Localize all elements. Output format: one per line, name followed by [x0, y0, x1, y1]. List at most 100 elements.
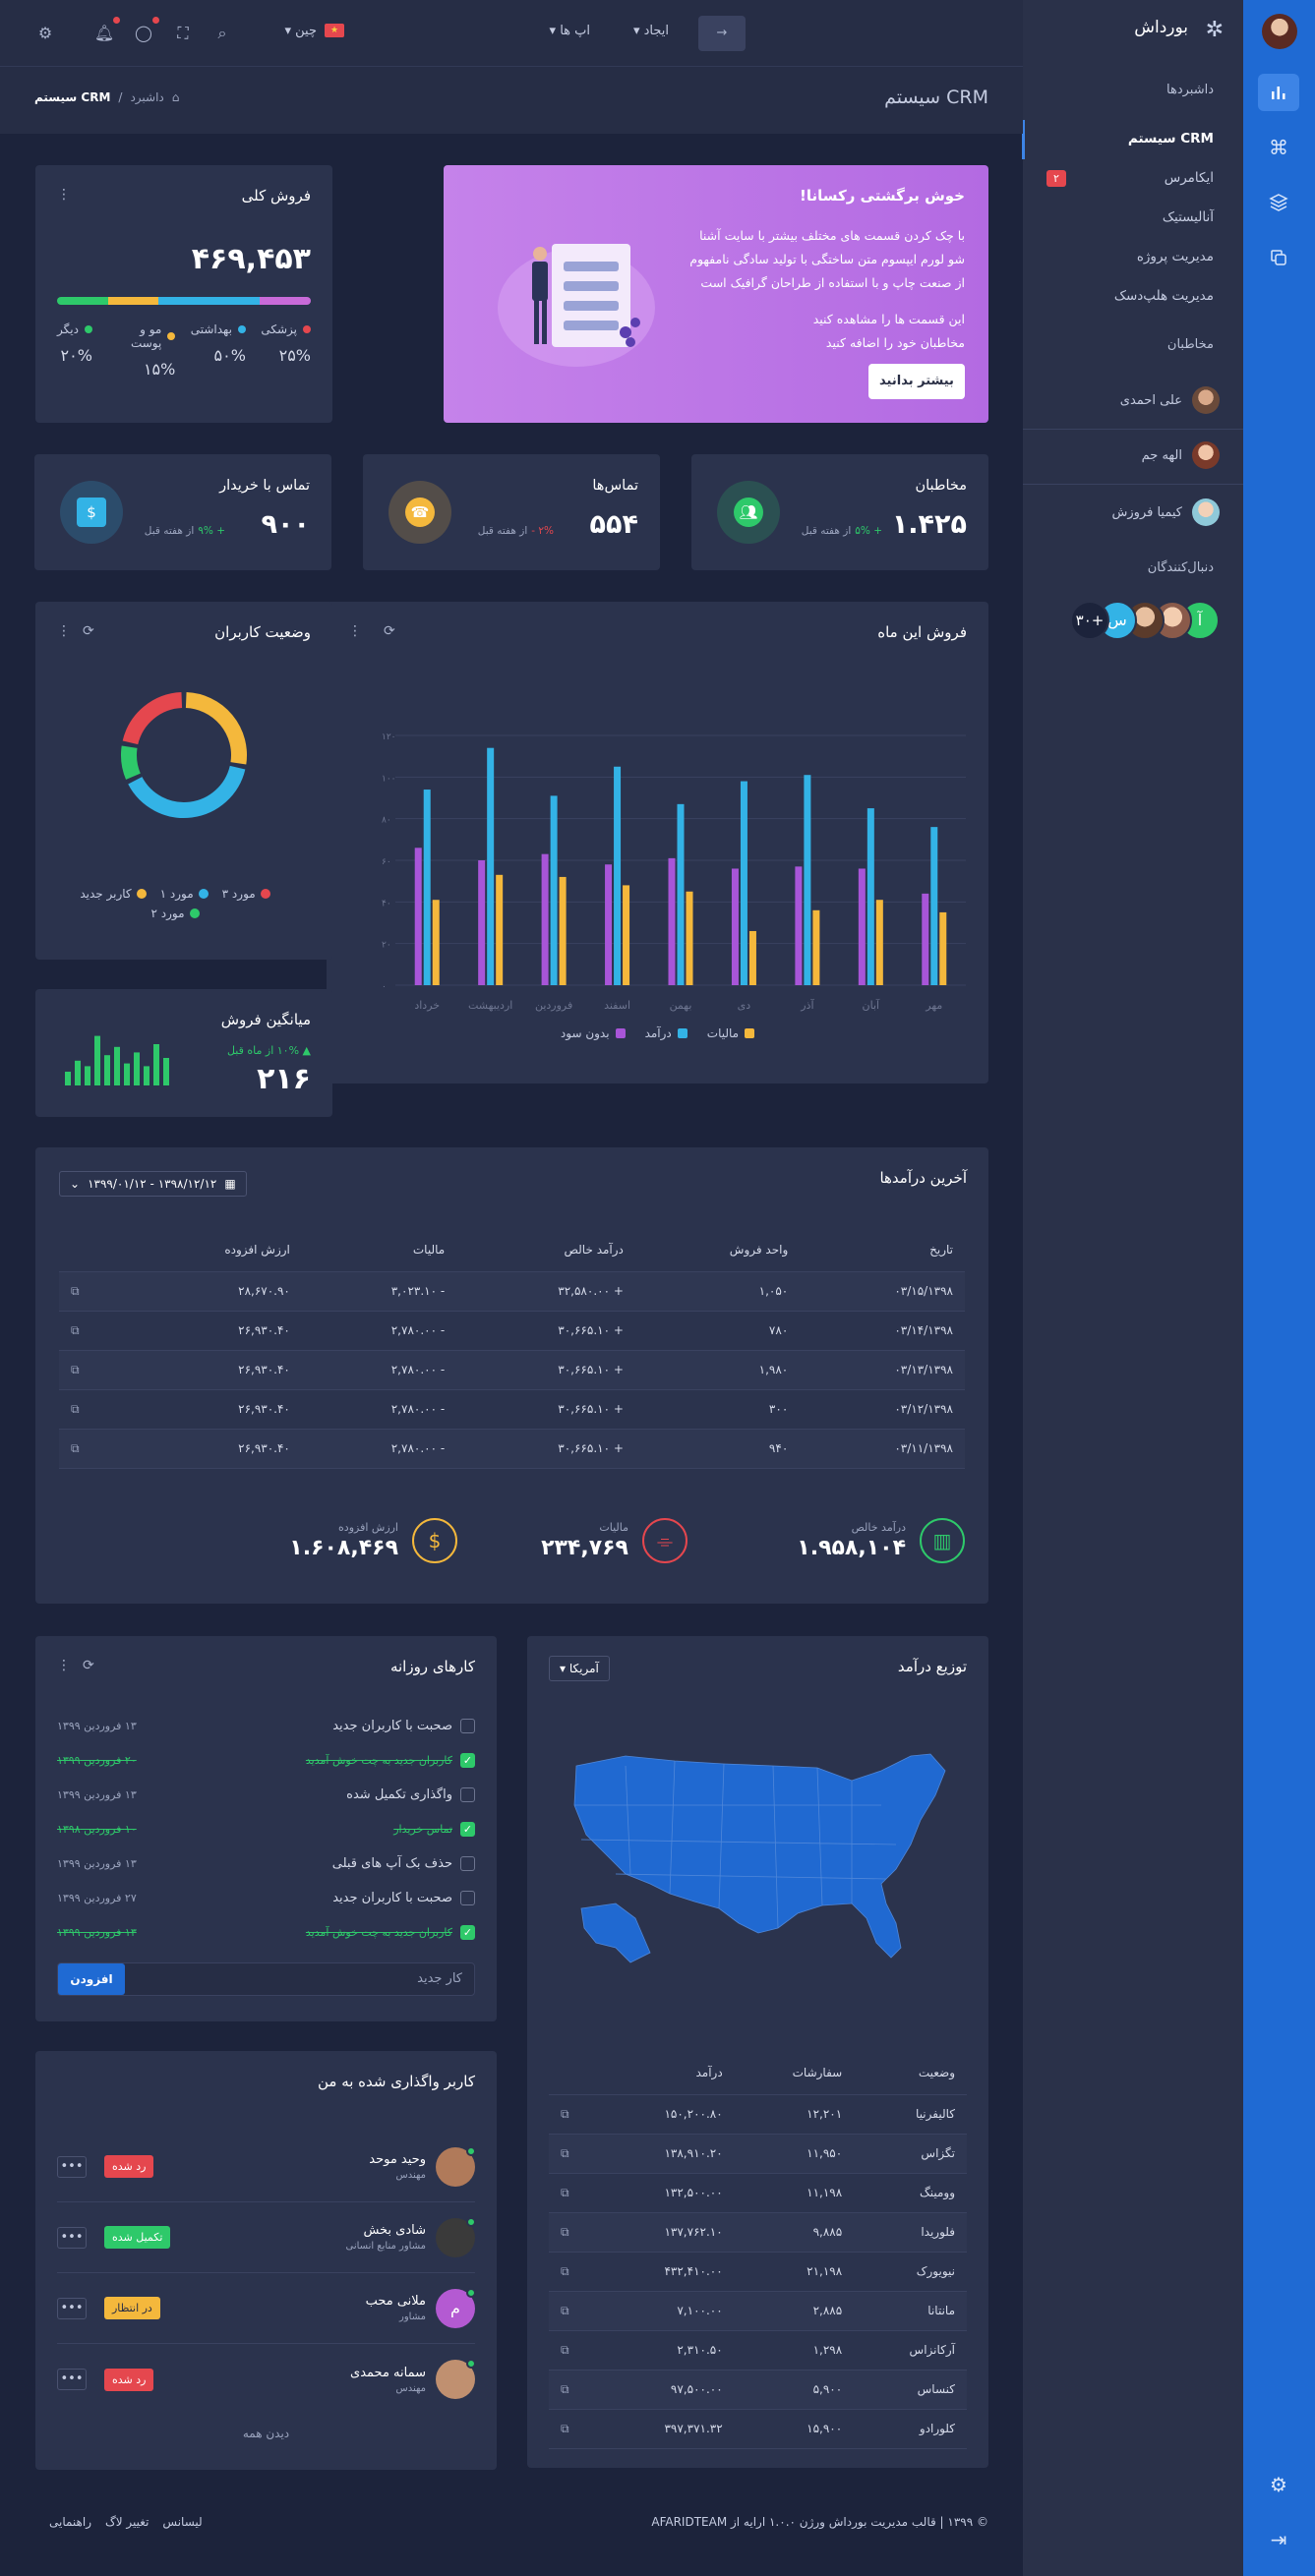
external-link-icon[interactable]: ⧉ — [549, 2252, 602, 2292]
external-link-icon[interactable]: ⧉ — [549, 2291, 602, 2331]
user-avatar[interactable] — [1262, 14, 1297, 49]
bar[interactable] — [930, 827, 938, 985]
copy-icon[interactable] — [1258, 239, 1299, 276]
external-link-icon[interactable]: ⧉ — [549, 2370, 602, 2410]
more-button[interactable]: ••• — [57, 2155, 87, 2178]
donut-slice[interactable] — [121, 745, 141, 780]
bar[interactable] — [740, 781, 747, 985]
task-checkbox[interactable]: ✓ — [460, 1822, 475, 1837]
bar[interactable] — [496, 874, 504, 985]
gear-icon[interactable]: ⚙ — [33, 22, 57, 45]
bar[interactable] — [677, 803, 685, 985]
sidebar-item-project[interactable]: مدیریت پروژه — [1137, 249, 1214, 264]
search-icon[interactable]: ⌕ — [210, 22, 234, 45]
bar[interactable] — [623, 885, 630, 985]
task-checkbox[interactable]: ✓ — [460, 1753, 475, 1768]
bar[interactable] — [875, 900, 883, 985]
bar[interactable] — [804, 775, 811, 985]
learn-more-button[interactable]: بیشتر بدانید — [868, 364, 965, 399]
bar[interactable] — [858, 868, 866, 985]
legend-item[interactable]: بدون سود — [561, 1026, 626, 1040]
chat-icon[interactable]: ◯ — [132, 22, 155, 45]
external-link-icon[interactable]: ⧉ — [549, 2173, 602, 2213]
more-button[interactable]: ••• — [57, 2226, 87, 2249]
country-select[interactable]: آمریکا ▾ — [549, 1656, 610, 1681]
arrow-button[interactable]: → — [698, 16, 746, 51]
sidebar-item-ecommerce[interactable]: ایکامرس — [1165, 170, 1214, 186]
task-checkbox[interactable] — [460, 1719, 475, 1733]
followers-more[interactable]: +۳۰ — [1070, 601, 1109, 640]
footer-link-license[interactable]: لیسانس — [162, 2515, 202, 2529]
bar[interactable] — [487, 747, 495, 985]
task-checkbox[interactable] — [460, 1787, 475, 1802]
fullscreen-icon[interactable]: ⛶ — [171, 22, 195, 45]
refresh-icon[interactable]: ⟳ — [83, 1658, 94, 1673]
footer-link-changelog[interactable]: تغییر لاگ — [105, 2515, 149, 2529]
refresh-icon[interactable]: ⟳ — [83, 623, 94, 639]
bar[interactable] — [686, 891, 693, 985]
chart-icon[interactable] — [1258, 74, 1299, 111]
apps-menu[interactable]: اپ ها ▾ — [550, 24, 590, 38]
home-icon[interactable]: ⌂ — [172, 90, 180, 104]
task-checkbox[interactable] — [460, 1891, 475, 1905]
breadcrumb-home[interactable]: داشبرد — [130, 90, 163, 104]
bar[interactable] — [731, 868, 739, 985]
view-all-link[interactable]: دیدن همه — [35, 2427, 497, 2440]
sidebar-item-crm[interactable]: CRM سیستم — [1128, 131, 1214, 146]
layers-icon[interactable] — [1258, 184, 1299, 221]
bar[interactable] — [414, 848, 422, 985]
bar[interactable] — [605, 864, 613, 985]
external-link-icon[interactable]: ⧉ — [59, 1350, 124, 1390]
bar[interactable] — [550, 795, 558, 985]
flag-icon[interactable]: ★ — [325, 24, 344, 37]
bar[interactable] — [614, 766, 622, 985]
sidebar-item-helpdesk[interactable]: مدیریت هلپ‌دسک — [1114, 288, 1214, 304]
task-checkbox[interactable]: ✓ — [460, 1925, 475, 1940]
donut-slice[interactable] — [122, 692, 183, 745]
external-link-icon[interactable]: ⧉ — [59, 1389, 124, 1430]
external-link-icon[interactable]: ⧉ — [549, 2212, 602, 2253]
external-link-icon[interactable]: ⧉ — [59, 1271, 124, 1312]
bar[interactable] — [541, 853, 549, 985]
external-link-icon[interactable]: ⧉ — [549, 2094, 602, 2135]
external-link-icon[interactable]: ⧉ — [549, 2330, 602, 2371]
create-menu[interactable]: ایجاد ▾ — [633, 24, 669, 38]
bar[interactable] — [939, 911, 947, 985]
bar[interactable] — [559, 876, 567, 985]
legend-item[interactable]: مالیات — [707, 1026, 755, 1040]
donut-slice[interactable] — [128, 765, 246, 818]
task-checkbox[interactable] — [460, 1856, 475, 1871]
refresh-icon[interactable]: ⟳ — [384, 623, 395, 639]
external-link-icon[interactable]: ⧉ — [549, 2409, 602, 2449]
bar[interactable] — [922, 893, 929, 985]
more-icon[interactable]: ⋮ — [348, 623, 362, 639]
settings-icon[interactable]: ⚙ — [1258, 2466, 1299, 2503]
more-icon[interactable]: ⋮ — [57, 187, 71, 203]
more-button[interactable]: ••• — [57, 2369, 87, 2390]
sidebar-item-analytics[interactable]: آنالیستیک — [1163, 209, 1214, 225]
bar[interactable] — [812, 909, 820, 985]
more-icon[interactable]: ⋮ — [57, 1658, 71, 1673]
bar[interactable] — [867, 808, 874, 985]
bar[interactable] — [668, 857, 676, 985]
new-task-input[interactable]: کار جدید افزودن — [57, 1962, 475, 1996]
bar[interactable] — [748, 930, 756, 985]
contact-item[interactable]: کیمیا فروزش — [1112, 498, 1220, 527]
bar[interactable] — [795, 866, 803, 985]
external-link-icon[interactable]: ⧉ — [59, 1311, 124, 1351]
language-menu[interactable]: چین ▾ — [284, 24, 317, 38]
legend-item[interactable]: درآمد — [645, 1026, 687, 1040]
external-link-icon[interactable]: ⧉ — [59, 1429, 124, 1469]
bar[interactable] — [423, 790, 431, 985]
add-task-button[interactable]: افزودن — [58, 1963, 125, 1995]
footer-link-help[interactable]: راهنمایی — [49, 2515, 91, 2529]
date-range-picker[interactable]: ▦ ۱۳۹۸/۱۲/۱۲ - ۱۳۹۹/۰۱/۱۲ ⌄ — [59, 1171, 247, 1197]
command-icon[interactable]: ⌘ — [1258, 129, 1299, 166]
donut-slice[interactable] — [185, 692, 247, 765]
logout-icon[interactable]: ⇥ — [1258, 2521, 1299, 2558]
contact-item[interactable]: علی احمدی — [1120, 385, 1220, 415]
bar[interactable] — [478, 860, 486, 985]
bar[interactable] — [432, 900, 440, 985]
more-button[interactable]: ••• — [57, 2297, 87, 2319]
contact-item[interactable]: الهه جم — [1142, 440, 1220, 470]
